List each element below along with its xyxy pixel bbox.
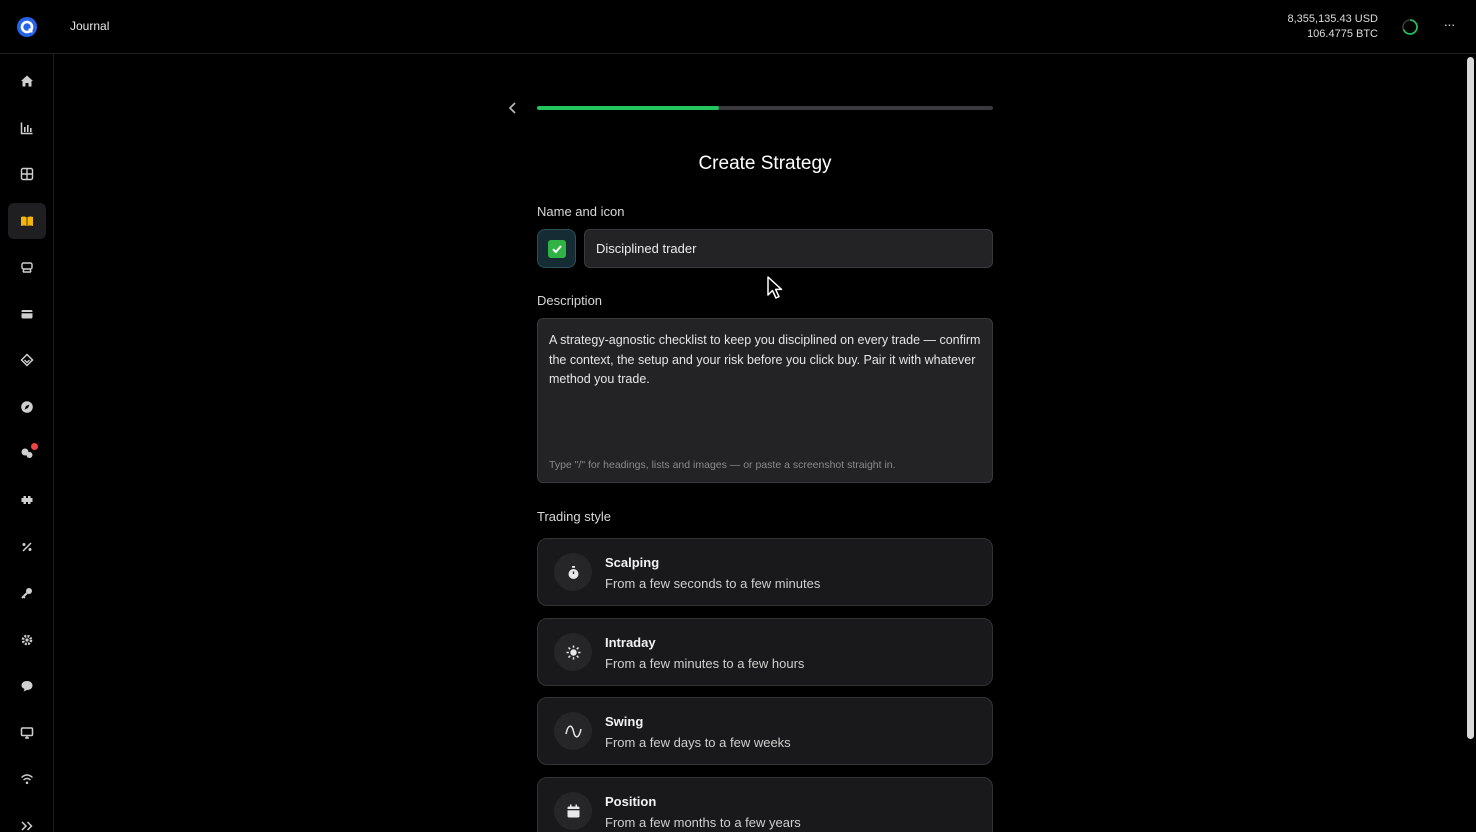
expand-icon: [21, 821, 33, 831]
sun-icon: [554, 633, 592, 671]
percent-icon: [22, 542, 32, 552]
sidebar-item-tags[interactable]: [8, 342, 46, 378]
style-description: From a few months to a few years: [605, 815, 801, 830]
balance-btc: 106.4775 BTC: [1307, 28, 1378, 40]
style-name: Intraday: [605, 635, 656, 650]
sidebar-item-trades[interactable]: [8, 249, 46, 285]
sidebar-item-fees[interactable]: [8, 529, 46, 565]
style-option-intraday[interactable]: Intraday From a few minutes to a few hou…: [537, 618, 993, 686]
wallet-icon: [21, 310, 33, 319]
sidebar-item-wallet[interactable]: [8, 296, 46, 332]
trading-style-label: Trading style: [537, 509, 611, 524]
style-name: Swing: [605, 714, 644, 729]
strategy-icon-picker[interactable]: [537, 229, 576, 268]
top-bar: Journal 8,355,135.43 USD 106.4775 BTC ··…: [0, 0, 1476, 54]
sidebar-item-api-keys[interactable]: [8, 575, 46, 611]
wave-icon: [554, 712, 592, 750]
sidebar-item-charts[interactable]: [8, 110, 46, 146]
page-scrollbar[interactable]: [1467, 57, 1474, 739]
stopwatch-icon: [554, 553, 592, 591]
page-title: Create Strategy: [698, 153, 832, 174]
sidebar-item-connection[interactable]: [8, 761, 46, 797]
check-mark-emoji-icon: [547, 239, 566, 258]
wizard-progress-bar: [537, 106, 993, 110]
home-icon: [21, 75, 33, 87]
style-option-scalping[interactable]: Scalping From a few seconds to a few min…: [537, 538, 993, 606]
app-logo-icon[interactable]: [16, 16, 38, 38]
sidebar-item-journal[interactable]: [8, 203, 46, 239]
puzzle-icon: [21, 496, 33, 504]
sidebar-item-settings[interactable]: [8, 622, 46, 658]
name-icon-label: Name and icon: [537, 204, 625, 219]
sidebar-item-integrations[interactable]: [8, 482, 46, 518]
grid-icon: [20, 167, 34, 181]
sidebar-item-explore[interactable]: [8, 389, 46, 425]
wizard-progress-fill: [537, 106, 720, 110]
tag-icon: [20, 353, 34, 367]
mouse-cursor-icon: [767, 276, 783, 299]
description-editor[interactable]: A strategy-agnostic checklist to keep yo…: [537, 318, 993, 483]
monitor-icon: [20, 727, 34, 739]
style-name: Scalping: [605, 555, 660, 570]
more-menu-button[interactable]: ···: [1439, 17, 1459, 37]
app-root: Journal 8,355,135.43 USD 106.4775 BTC ··…: [0, 0, 1476, 832]
sidebar-expand-button[interactable]: [8, 808, 46, 832]
strategy-name-input[interactable]: Disciplined trader: [584, 229, 993, 268]
sidebar-item-support[interactable]: [8, 668, 46, 704]
sidebar-item-home[interactable]: [8, 63, 46, 99]
notification-badge: [31, 443, 38, 450]
sidebar-item-grid[interactable]: [8, 156, 46, 192]
chart-icon: [20, 122, 33, 135]
style-name: Position: [605, 794, 657, 809]
style-option-position[interactable]: Position From a few months to a few year…: [537, 777, 993, 832]
page-title-header: Journal: [70, 19, 110, 33]
style-description: From a few minutes to a few hours: [605, 656, 805, 671]
back-chevron-icon[interactable]: [505, 100, 521, 116]
journal-book-icon: [21, 216, 33, 226]
settings-icon: [21, 634, 33, 646]
sidebar: [0, 54, 54, 832]
calendar-icon: [554, 792, 592, 830]
description-hint: Type "/" for headings, lists and images …: [549, 459, 896, 471]
sidebar-item-community[interactable]: [8, 435, 46, 471]
support-chat-icon: [21, 681, 33, 692]
balance-usd: 8,355,135.43 USD: [1287, 13, 1378, 25]
description-text: A strategy-agnostic checklist to keep yo…: [549, 333, 981, 386]
description-label: Description: [537, 293, 603, 308]
wifi-icon: [21, 774, 33, 785]
account-balances[interactable]: 8,355,135.43 USD 106.4775 BTC: [1287, 12, 1378, 42]
style-option-swing[interactable]: Swing From a few days to a few weeks: [537, 697, 993, 765]
sidebar-item-display[interactable]: [8, 715, 46, 751]
style-description: From a few seconds to a few minutes: [605, 576, 821, 591]
style-description: From a few days to a few weeks: [605, 735, 791, 750]
sync-status-icon[interactable]: [1401, 18, 1419, 36]
compass-icon: [21, 401, 33, 413]
key-icon: [21, 588, 32, 599]
trades-icon: [21, 262, 33, 273]
